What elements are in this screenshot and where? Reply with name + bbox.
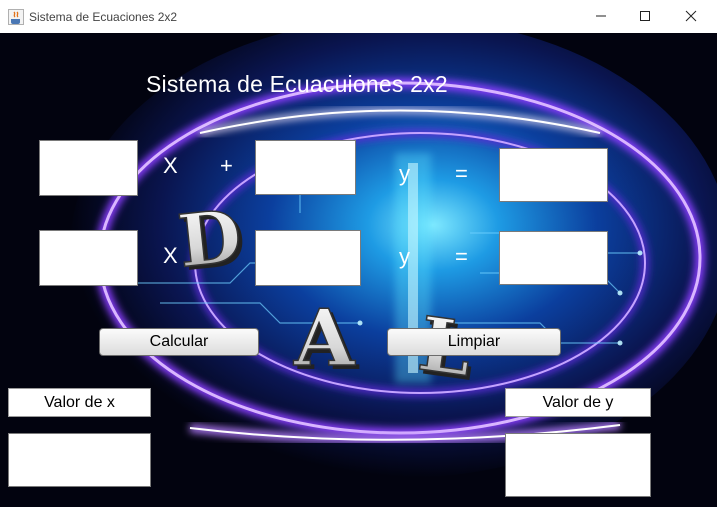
equals-symbol-row2: = bbox=[455, 244, 468, 269]
result-2-input[interactable] bbox=[499, 231, 608, 285]
java-app-icon bbox=[8, 9, 24, 25]
window-title: Sistema de Ecuaciones 2x2 bbox=[29, 10, 178, 24]
x-symbol-row2: X bbox=[163, 243, 178, 268]
minimize-button[interactable] bbox=[578, 0, 624, 32]
coef-x2-input[interactable] bbox=[39, 230, 138, 286]
close-icon bbox=[685, 10, 697, 22]
coef-y2-input[interactable] bbox=[255, 230, 361, 286]
plus-symbol: + bbox=[220, 153, 233, 178]
y-symbol-row1: y bbox=[399, 161, 410, 186]
coef-y1-input[interactable] bbox=[255, 140, 356, 195]
maximize-button[interactable] bbox=[622, 0, 668, 32]
y-symbol-row2: y bbox=[399, 244, 410, 269]
y-value-label: Valor de y bbox=[505, 388, 651, 417]
result-1-input[interactable] bbox=[499, 148, 608, 202]
clear-button[interactable]: Limpiar bbox=[387, 328, 561, 356]
x-value-output[interactable] bbox=[8, 433, 151, 487]
coef-x1-input[interactable] bbox=[39, 140, 138, 196]
equals-symbol-row1: = bbox=[455, 161, 468, 186]
form-heading: Sistema de Ecuacuiones 2x2 bbox=[146, 71, 448, 97]
calculate-button[interactable]: Calcular bbox=[99, 328, 259, 356]
x-value-label: Valor de x bbox=[8, 388, 151, 417]
maximize-icon bbox=[640, 11, 650, 21]
window-titlebar[interactable]: Sistema de Ecuaciones 2x2 bbox=[0, 0, 717, 34]
y-value-output[interactable] bbox=[505, 433, 651, 497]
close-button[interactable] bbox=[668, 0, 714, 32]
main-panel: D D A A L L Sistema de Ecuacuiones 2x2 X… bbox=[0, 33, 717, 507]
svg-text:D: D bbox=[174, 193, 245, 284]
svg-text:A: A bbox=[293, 293, 356, 384]
minimize-icon bbox=[596, 15, 606, 17]
x-symbol-row1: X bbox=[163, 153, 178, 178]
